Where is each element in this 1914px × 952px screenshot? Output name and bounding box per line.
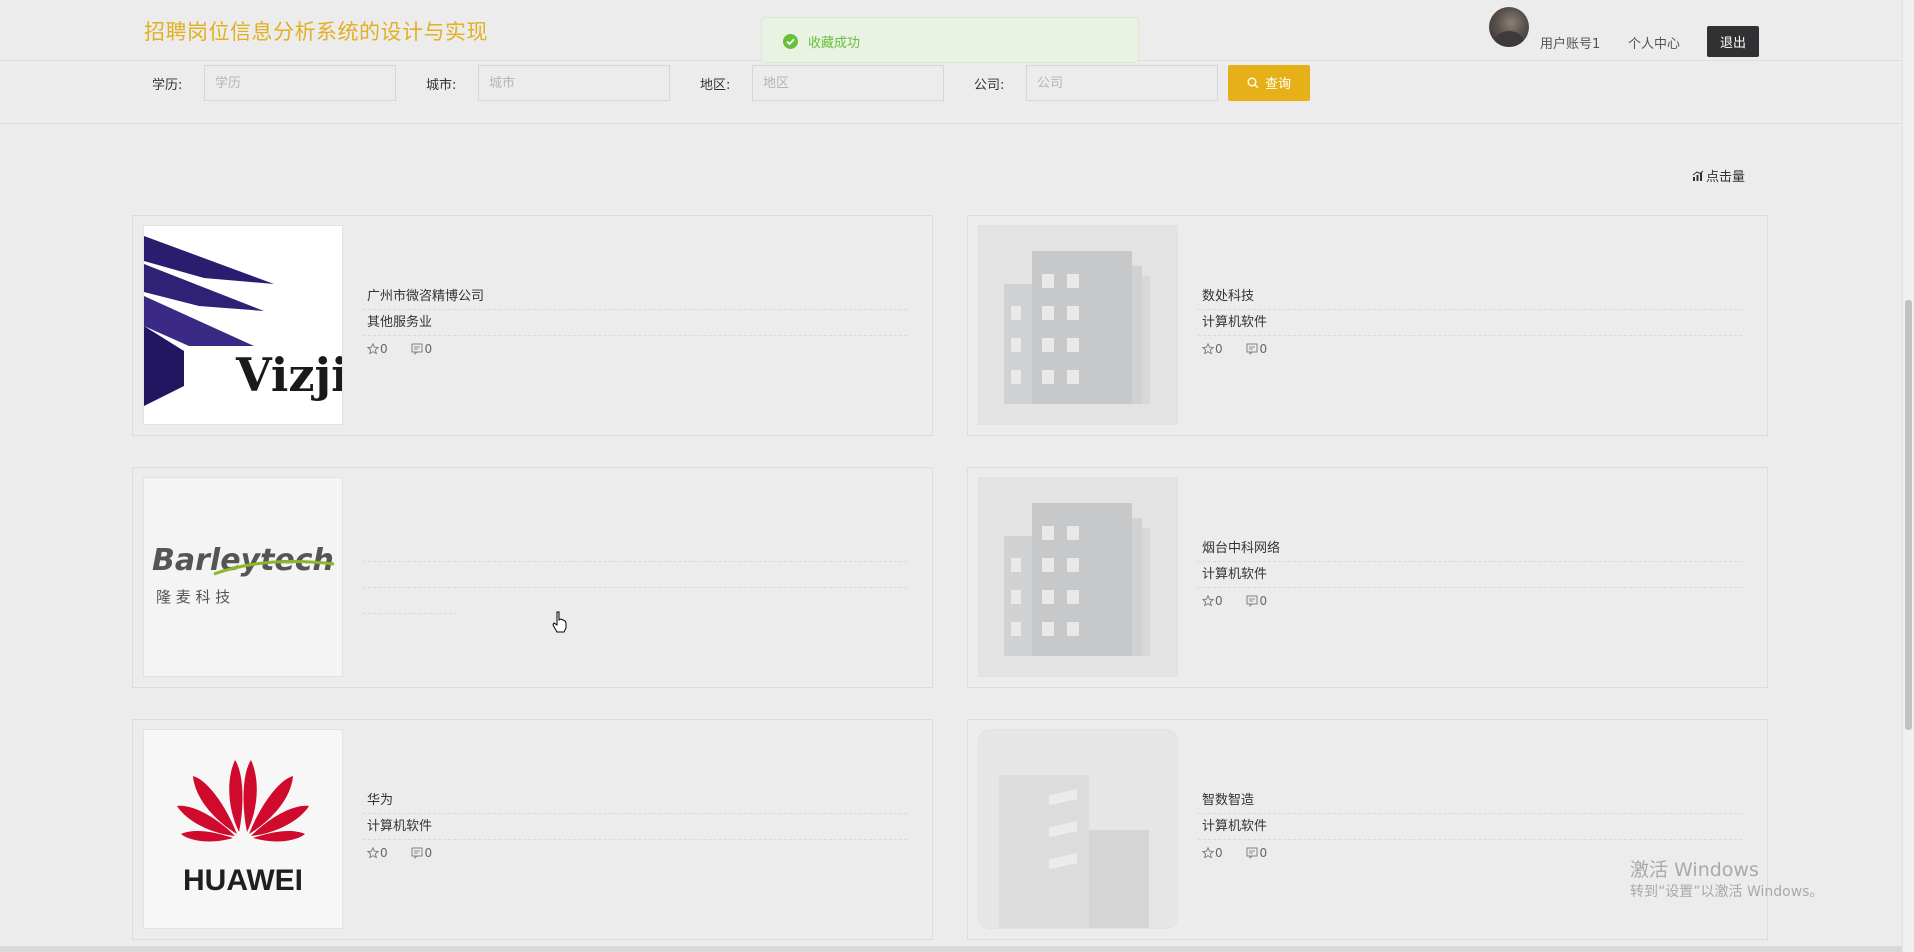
company-industry: 计算机软件 (1198, 310, 1742, 336)
filter-divider (0, 123, 1902, 124)
favorite-count[interactable]: 0 (366, 342, 398, 356)
query-button-label: 查询 (1264, 77, 1291, 93)
comment-icon (1246, 590, 1258, 616)
building-placeholder (978, 477, 1178, 677)
education-label: 学历: (152, 78, 183, 93)
company-industry: 计算机软件 (1198, 814, 1742, 840)
company-name: 数处科技 (1198, 284, 1742, 310)
svg-text:Vizji: Vizji (235, 348, 342, 402)
favorite-count[interactable]: 0 (366, 846, 398, 860)
personal-center-link[interactable]: 个人中心 (1628, 33, 1680, 52)
company-card[interactable]: Barleytech 隆 麦 科 技 (132, 467, 933, 688)
company-card[interactable]: Vizji 广州市微咨精博公司 其他服务业 0 0 (132, 215, 933, 436)
education-input[interactable] (204, 65, 396, 101)
hand-cursor-icon (552, 611, 568, 637)
city-label: 城市: (426, 78, 457, 93)
bottom-edge (0, 946, 1902, 952)
favorite-count[interactable]: 0 (1201, 594, 1233, 608)
favorite-count[interactable]: 0 (1201, 342, 1233, 356)
sort-by-clicks-link[interactable]: 点击量 (1692, 166, 1745, 186)
site-title: 招聘岗位信息分析系统的设计与实现 (144, 20, 488, 44)
star-icon (1201, 842, 1215, 868)
company-industry: 其他服务业 (363, 310, 907, 336)
star-icon (1201, 338, 1215, 364)
star-icon (366, 338, 380, 364)
page-scrollbar[interactable] (1902, 0, 1914, 952)
star-icon (1201, 590, 1215, 616)
building-placeholder (978, 225, 1178, 425)
user-avatar[interactable] (1489, 7, 1529, 47)
company-name: 广州市微咨精博公司 (363, 284, 907, 310)
windows-activation-watermark: 激活 Windows (1630, 859, 1759, 881)
company-industry: 计算机软件 (1198, 562, 1742, 588)
huawei-logo: HUAWEI (143, 729, 343, 929)
chart-icon (1692, 170, 1704, 186)
comment-count[interactable]: 0 (411, 342, 442, 356)
windows-activation-hint: 转到“设置”以激活 Windows。 (1630, 884, 1824, 900)
company-card[interactable]: HUAWEI 华为 计算机软件 0 0 (132, 719, 933, 940)
favorite-count[interactable]: 0 (1201, 846, 1233, 860)
svg-text:HUAWEI: HUAWEI (183, 864, 303, 897)
check-circle-icon (783, 34, 798, 49)
comment-icon (411, 338, 423, 364)
company-card[interactable]: 数处科技 计算机软件 0 0 (967, 215, 1768, 436)
barleytech-logo: Barleytech 隆 麦 科 技 (143, 477, 343, 677)
company-name (363, 536, 907, 562)
scrollbar-thumb[interactable] (1905, 300, 1912, 730)
company-card[interactable]: 智数智造 计算机软件 0 0 (967, 719, 1768, 940)
company-label: 公司: (974, 78, 1005, 93)
comment-icon (1246, 338, 1258, 364)
top-header: 招聘岗位信息分析系统的设计与实现 收藏成功 用户账号1 个人中心 退出 (0, 0, 1902, 63)
building-placeholder-faded (978, 729, 1178, 929)
company-card[interactable]: 烟台中科网络 计算机软件 0 0 (967, 467, 1768, 688)
success-toast: 收藏成功 (761, 17, 1139, 63)
comment-count[interactable]: 0 (1246, 594, 1277, 608)
sort-link-label: 点击量 (1706, 170, 1746, 185)
user-account-name: 用户账号1 (1540, 37, 1601, 52)
company-input[interactable] (1026, 65, 1218, 101)
comment-count[interactable]: 0 (411, 846, 442, 860)
comment-count[interactable]: 0 (1246, 846, 1277, 860)
comment-icon (1246, 842, 1258, 868)
company-name: 华为 (363, 788, 907, 814)
company-industry: 计算机软件 (363, 814, 907, 840)
company-industry (363, 562, 907, 588)
vizji-logo: Vizji (143, 225, 343, 425)
company-name: 智数智造 (1198, 788, 1742, 814)
search-icon (1247, 77, 1259, 93)
svg-text:隆 麦 科 技: 隆 麦 科 技 (156, 588, 230, 606)
comment-icon (411, 842, 423, 868)
logout-button[interactable]: 退出 (1707, 26, 1759, 57)
city-input[interactable] (478, 65, 670, 101)
district-label: 地区: (700, 78, 731, 93)
company-name: 烟台中科网络 (1198, 536, 1742, 562)
district-input[interactable] (752, 65, 944, 101)
query-button[interactable]: 查询 (1228, 65, 1310, 101)
toast-message: 收藏成功 (808, 36, 861, 51)
comment-count[interactable]: 0 (1246, 342, 1277, 356)
star-icon (366, 842, 380, 868)
